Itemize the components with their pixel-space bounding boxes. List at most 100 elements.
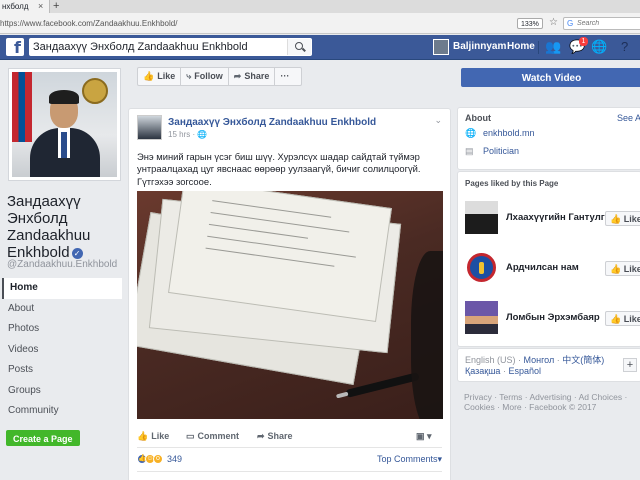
page-share-button[interactable]: ➦ Share <box>229 68 276 85</box>
nav-about[interactable]: About <box>2 299 122 320</box>
header-divider <box>538 41 539 54</box>
language-link[interactable]: Монгол <box>524 355 555 365</box>
pages-liked-title: Pages liked by this Page <box>465 179 559 188</box>
verified-badge-icon: ✓ <box>71 248 83 259</box>
page-like-label: Like <box>157 71 176 81</box>
post-as-selector[interactable]: ▣ ▾ <box>416 427 432 445</box>
watch-video-button[interactable]: Watch Video <box>461 68 640 87</box>
tie <box>61 132 67 158</box>
like-label: Like <box>623 214 640 224</box>
liked-page-name[interactable]: Лхаахүүгийн Гантулга <box>506 212 610 223</box>
see-all-link[interactable]: See A <box>617 113 640 123</box>
more-options-button[interactable]: ··· <box>275 68 294 85</box>
post-card: Зандаахүү Энхболд Zandaakhuu Enkhbold 15… <box>128 108 451 480</box>
pages-liked-panel: Pages liked by this Page Лхаахүүгийн Ган… <box>457 171 640 347</box>
language-panel: English (US) · Монгол · 中文(簡体) Қазақша · … <box>457 348 640 382</box>
user-avatar[interactable] <box>433 39 449 55</box>
website-row[interactable]: 🌐 enkhbold.mn <box>465 128 535 139</box>
nav-posts[interactable]: Posts <box>2 360 122 381</box>
nav-photos[interactable]: Photos <box>2 319 122 340</box>
top-comments-dropdown[interactable]: Top Comments▾ <box>377 454 442 465</box>
nav-home[interactable]: Home <box>2 278 122 299</box>
facebook-logo-icon[interactable]: f <box>6 38 24 57</box>
browser-tab-title: нхболд <box>2 2 29 11</box>
post-like-button[interactable]: 👍 Like <box>137 427 169 445</box>
post-comment-label: Comment <box>197 431 240 441</box>
page-follow-label: Follow <box>194 71 223 81</box>
language-link[interactable]: Español <box>508 366 541 376</box>
state-emblem <box>82 78 108 104</box>
bookmark-star-icon[interactable]: ☆ <box>549 17 558 28</box>
nav-community[interactable]: Community <box>2 401 122 422</box>
divider <box>137 447 442 448</box>
text-line <box>210 211 350 233</box>
category-row[interactable]: ▤ Politician <box>465 146 519 157</box>
text-line <box>208 223 309 239</box>
shadow <box>411 251 443 419</box>
notifications-globe-icon[interactable]: 🌐 <box>591 40 607 54</box>
post-photo[interactable] <box>137 191 443 419</box>
profile-photo[interactable] <box>8 68 121 181</box>
notification-badge: 1 <box>579 37 588 46</box>
wow-reaction-icon: o <box>153 454 163 464</box>
zoom-level[interactable]: 133% <box>517 18 543 29</box>
post-share-button[interactable]: ➦ Share <box>257 427 293 445</box>
reaction-count[interactable]: 349 <box>167 454 182 464</box>
url-field[interactable]: https://www.facebook.com/Zandaakhuu.Enkh… <box>0 13 177 34</box>
footer-links[interactable]: Privacy · Terms · Advertising · Ad Choic… <box>464 392 640 413</box>
close-tab-icon[interactable]: × <box>38 0 43 13</box>
home-link[interactable]: Home <box>507 35 535 59</box>
browser-tab[interactable]: нхболд × <box>0 0 50 13</box>
liked-page-avatar[interactable] <box>465 301 498 334</box>
page-follow-button[interactable]: ⤷ Follow <box>181 68 229 85</box>
search-button[interactable] <box>287 39 311 55</box>
liked-page-name[interactable]: Ардчилсан нам <box>506 262 579 273</box>
nav-videos[interactable]: Videos <box>2 340 122 361</box>
text-line <box>207 235 356 258</box>
liked-page-item[interactable]: Ардчилсан нам 👍 Like <box>465 251 640 285</box>
page-like-button[interactable]: 👍 Like <box>138 68 182 85</box>
browser-search-input[interactable] <box>577 18 637 29</box>
reactions-summary[interactable]: 👍 ☺ o 349 <box>137 452 182 466</box>
share-icon: ➦ <box>257 431 265 441</box>
globe-icon: 🌐 <box>465 128 477 138</box>
post-author-avatar[interactable] <box>137 115 162 140</box>
liked-page-avatar[interactable] <box>465 201 498 234</box>
page-title[interactable]: Зандаахүү Энхболд Zandaakhuu Enkhbold ✓ <box>7 193 125 261</box>
post-comment-button[interactable]: ▭ Comment <box>186 427 239 445</box>
profile-link[interactable]: Baljinnyam <box>453 35 506 59</box>
hair <box>49 90 79 104</box>
page-share-label: Share <box>244 71 270 81</box>
liked-page-name[interactable]: Ломбын Эрхэмбаяр <box>506 312 600 323</box>
language-link[interactable]: 中文(簡体) <box>562 355 604 365</box>
search-icon <box>295 42 303 50</box>
liked-page-item[interactable]: Лхаахүүгийн Гантулга 👍 Like <box>465 201 640 235</box>
help-icon[interactable]: ? <box>621 40 628 54</box>
thumbs-up-icon: 👍 <box>137 431 149 441</box>
liked-page-like-button[interactable]: 👍 Like <box>605 311 640 326</box>
post-options-chevron-icon[interactable]: ⌄ <box>434 115 442 126</box>
facebook-search-input[interactable] <box>33 39 288 55</box>
page-handle[interactable]: @Zandaakhuu.Enkhbold <box>7 259 117 270</box>
new-tab-icon[interactable]: + <box>53 0 59 12</box>
facebook-search-box[interactable] <box>29 38 312 56</box>
liked-page-avatar[interactable] <box>465 251 498 284</box>
comment-icon: ▭ <box>186 431 195 441</box>
liked-page-item[interactable]: Ломбын Эрхэмбаяр 👍 Like <box>465 301 640 335</box>
website-link[interactable]: enkhbold.mn <box>483 128 535 138</box>
post-author-name[interactable]: Зандаахүү Энхболд Zandaakhuu Enkhbold <box>168 117 376 128</box>
create-page-button[interactable]: Create a Page <box>6 430 80 446</box>
post-timestamp[interactable]: 15 hrs · 🌐 <box>168 130 207 139</box>
liked-page-like-button[interactable]: 👍 Like <box>605 211 640 226</box>
language-link[interactable]: Қазақша <box>465 366 500 376</box>
liked-page-like-button[interactable]: 👍 Like <box>605 261 640 276</box>
browser-search-box[interactable]: G <box>563 17 640 30</box>
category-link[interactable]: Politician <box>483 146 519 156</box>
page-avatar-small-icon: ▣ <box>416 431 425 441</box>
browser-address-bar: https://www.facebook.com/Zandaakhuu.Enkh… <box>0 13 640 34</box>
more-languages-button[interactable]: + <box>623 358 637 372</box>
post-time: 15 hrs <box>168 130 191 139</box>
google-icon: G <box>567 19 574 28</box>
nav-groups[interactable]: Groups <box>2 381 122 402</box>
friend-requests-icon[interactable]: 👥 <box>545 40 561 54</box>
